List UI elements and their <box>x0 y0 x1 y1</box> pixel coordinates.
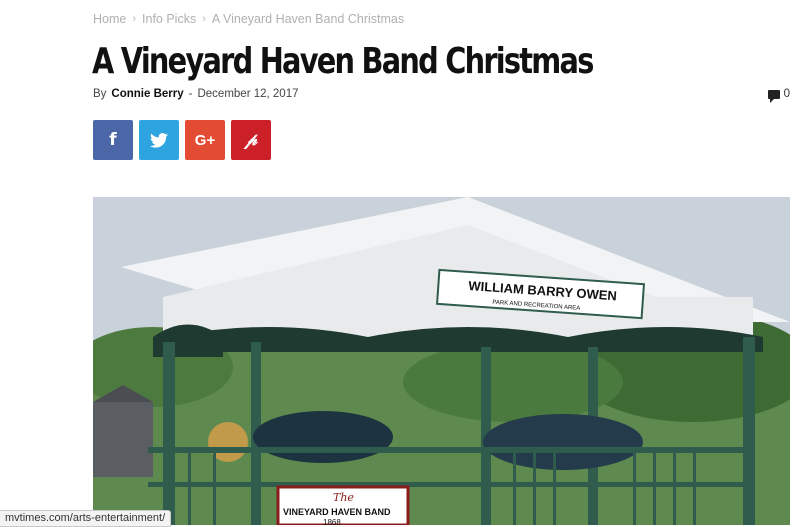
breadcrumb-current[interactable]: A Vineyard Haven Band Christmas <box>212 12 404 26</box>
breadcrumb-home[interactable]: Home <box>93 12 126 26</box>
pinterest-share-button[interactable]: 𝓅 <box>231 120 271 160</box>
svg-text:1868: 1868 <box>323 518 341 525</box>
article-photo: WILLIAM BARRY OWEN PARK AND RECREATION A… <box>93 197 790 525</box>
comment-count: 0 <box>783 88 790 100</box>
facebook-icon: f <box>109 130 117 150</box>
breadcrumb-info-picks[interactable]: Info Picks <box>142 12 196 26</box>
publish-date: December 12, 2017 <box>197 88 299 100</box>
chevron-right-icon: › <box>132 13 137 25</box>
googleplus-icon: G+ <box>194 131 216 149</box>
chevron-right-icon: › <box>202 13 206 25</box>
facebook-share-button[interactable]: f <box>93 120 133 160</box>
googleplus-share-button[interactable]: G+ <box>185 120 225 160</box>
twitter-icon <box>150 132 168 148</box>
pinterest-icon: 𝓅 <box>244 130 258 150</box>
by-label: By <box>93 88 107 100</box>
breadcrumb: Home › Info Picks › A Vineyard Haven Ban… <box>93 12 404 26</box>
comments-link[interactable]: 0 <box>767 88 790 103</box>
page-title: A Vineyard Haven Band Christmas <box>92 41 594 82</box>
svg-text:VINEYARD HAVEN BAND: VINEYARD HAVEN BAND <box>283 507 391 517</box>
author-link[interactable]: Connie Berry <box>111 88 183 100</box>
status-bar-url: mvtimes.com/arts-entertainment/ <box>0 510 172 527</box>
share-buttons: f G+ 𝓅 <box>93 120 271 160</box>
twitter-share-button[interactable] <box>139 120 179 160</box>
svg-text:The: The <box>333 491 354 504</box>
comment-icon <box>767 89 780 103</box>
bandstand-photo: WILLIAM BARRY OWEN PARK AND RECREATION A… <box>93 197 790 525</box>
article-meta: By Connie Berry - December 12, 2017 <box>93 88 299 100</box>
meta-separator: - <box>188 88 193 100</box>
